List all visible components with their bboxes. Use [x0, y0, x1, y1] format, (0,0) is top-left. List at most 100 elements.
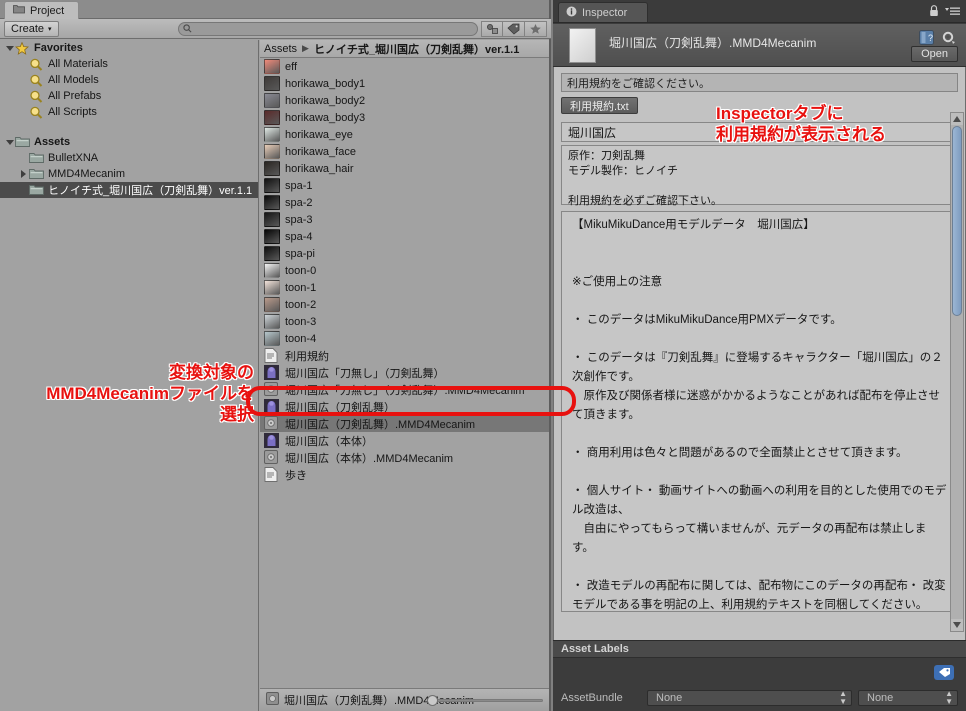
scriptable-object-icon [264, 416, 280, 431]
project-file-list[interactable]: Assets ▶ ヒノイチ式_堀川国広（刀剣乱舞）ver.1.1 eff hori… [260, 40, 549, 688]
search-by-label-icon[interactable] [503, 21, 525, 37]
thumbnail-zoom-slider[interactable] [427, 695, 543, 706]
search-by-type-icon[interactable] [481, 21, 503, 37]
file-row[interactable]: horikawa_body1 [260, 75, 549, 92]
twisty-expanded-icon[interactable] [4, 139, 15, 145]
file-row-label: spa-3 [285, 213, 313, 226]
tree-item-label: All Scripts [48, 106, 97, 118]
lock-icon[interactable] [929, 5, 939, 20]
twisty-collapsed-icon[interactable] [18, 170, 29, 178]
file-row[interactable]: horikawa_body3 [260, 109, 549, 126]
breadcrumb-root[interactable]: Assets [264, 43, 297, 55]
file-row[interactable]: 堀川国広（刀剣乱舞） [260, 398, 549, 415]
tree-item-2[interactable]: All Models [0, 72, 258, 88]
assetbundle-variant-dropdown[interactable]: None ▲ ▼ [858, 688, 958, 706]
chevron-updown-icon-2: ▲ ▼ [945, 688, 953, 706]
tab-inspector[interactable]: Inspector [558, 2, 649, 22]
file-row[interactable]: 歩き [260, 466, 549, 483]
file-row-label: horikawa_body1 [285, 77, 366, 90]
file-row[interactable]: spa-pi [260, 245, 549, 262]
folder-icon [15, 136, 30, 149]
tree-item-1[interactable]: All Materials [0, 56, 258, 72]
model-name-field: 堀川国広 [561, 122, 958, 142]
file-row-label: 堀川国広（刀剣乱舞） [285, 401, 395, 414]
file-row[interactable]: 堀川国広「刀無し」（刀剣乱舞） [260, 364, 549, 381]
search-input[interactable] [178, 22, 478, 36]
texture-thumb [264, 297, 280, 312]
file-row-label: horikawa_hair [285, 162, 354, 175]
assetbundle-label: AssetBundle [561, 691, 623, 704]
file-row[interactable]: spa-3 [260, 211, 549, 228]
tab-inspector-label: Inspector [582, 6, 628, 19]
texture-thumb [264, 110, 280, 125]
tree-item-7[interactable]: BulletXNA [0, 150, 258, 166]
file-row[interactable]: toon-4 [260, 330, 549, 347]
tab-project[interactable]: Project [4, 1, 80, 19]
tree-item-label: ヒノイチ式_堀川国広（刀剣乱舞）ver.1.1 [48, 185, 253, 197]
tree-item-4[interactable]: All Scripts [0, 104, 258, 120]
zoom-slider-track [428, 699, 543, 702]
open-button[interactable]: Open [911, 46, 958, 62]
tree-item-label: Favorites [34, 42, 83, 54]
file-row-label: 利用規約 [285, 350, 329, 363]
file-row-label: horikawa_body2 [285, 94, 366, 107]
notice-text: 利用規約をご確認ください。 [561, 73, 958, 92]
file-rows-container: eff horikawa_body1 horikawa_body2 horikawa_… [260, 58, 549, 483]
tree-item-8[interactable]: MMD4Mecanim [0, 166, 258, 182]
project-tool-icons [481, 21, 547, 37]
file-row[interactable]: horikawa_hair [260, 160, 549, 177]
license-text-area[interactable]: 【MikuMikuDance用モデルデータ 堀川国広】 ※ご使用上の注意 ・ こ… [561, 211, 958, 612]
file-row[interactable]: 堀川国広（本体）.MMD4Mecanim [260, 449, 549, 466]
project-tree[interactable]: Favorites All Materials All Models All Pref… [0, 40, 259, 711]
file-row[interactable]: toon-3 [260, 313, 549, 330]
file-row[interactable]: spa-1 [260, 177, 549, 194]
texture-thumb [264, 246, 280, 261]
tree-item-9[interactable]: ヒノイチ式_堀川国広（刀剣乱舞）ver.1.1 [0, 182, 258, 198]
create-button[interactable]: Create ▾ [4, 20, 59, 37]
file-row[interactable]: toon-2 [260, 296, 549, 313]
scriptable-object-icon [264, 382, 280, 397]
license-txt-button[interactable]: 利用規約.txt [561, 97, 638, 114]
texture-thumb [264, 331, 280, 346]
tree-item-6[interactable]: Assets [0, 134, 258, 150]
file-row[interactable]: spa-2 [260, 194, 549, 211]
folder-icon [29, 168, 44, 181]
file-row[interactable]: 堀川国広「刀無し」（刀剣乱舞）.MMD4Mecanim [260, 381, 549, 398]
prefab-icon [264, 399, 280, 414]
tree-item-0[interactable]: Favorites [0, 40, 258, 56]
file-row[interactable]: horikawa_eye [260, 126, 549, 143]
text-file-icon [264, 467, 280, 482]
texture-thumb [264, 161, 280, 176]
menu-icon[interactable] [945, 6, 960, 20]
tree-item-3[interactable]: All Prefabs [0, 88, 258, 104]
scroll-down-arrow-icon[interactable] [951, 619, 963, 631]
tab-project-label: Project [30, 4, 65, 17]
favorite-star-icon[interactable] [525, 21, 547, 37]
asset-labels-title: Asset Labels [553, 641, 966, 658]
label-tag-icon[interactable] [934, 665, 954, 680]
file-row[interactable]: toon-1 [260, 279, 549, 296]
file-row-label: horikawa_eye [285, 128, 353, 141]
scrollbar-thumb[interactable] [952, 126, 962, 316]
zoom-slider-knob[interactable] [427, 695, 438, 706]
file-row-selected[interactable]: 堀川国広（刀剣乱舞）.MMD4Mecanim [260, 415, 549, 432]
project-tabbar: Project [0, 0, 549, 19]
file-row[interactable]: toon-0 [260, 262, 549, 279]
folder-icon [29, 184, 44, 197]
inspector-scrollbar[interactable] [950, 112, 964, 632]
file-row[interactable]: 堀川国広（本体） [260, 432, 549, 449]
search-icon [29, 90, 44, 103]
file-row[interactable]: eff [260, 58, 549, 75]
asset-title: 堀川国広（刀剣乱舞）.MMD4Mecanim [609, 36, 817, 50]
file-row[interactable]: horikawa_face [260, 143, 549, 160]
file-row[interactable]: horikawa_body2 [260, 92, 549, 109]
file-row[interactable]: spa-4 [260, 228, 549, 245]
file-row[interactable]: 利用規約 [260, 347, 549, 364]
scroll-up-arrow-icon[interactable] [951, 113, 963, 125]
assetbundle-row: AssetBundle None ▲ ▼ None ▲ ▼ [553, 689, 966, 706]
texture-thumb [264, 314, 280, 329]
twisty-expanded-icon[interactable] [4, 45, 15, 51]
file-row-label: 堀川国広（刀剣乱舞）.MMD4Mecanim [285, 418, 476, 431]
file-row-label: 堀川国広（本体）.MMD4Mecanim [285, 452, 454, 465]
assetbundle-dropdown[interactable]: None ▲ ▼ [647, 689, 852, 706]
